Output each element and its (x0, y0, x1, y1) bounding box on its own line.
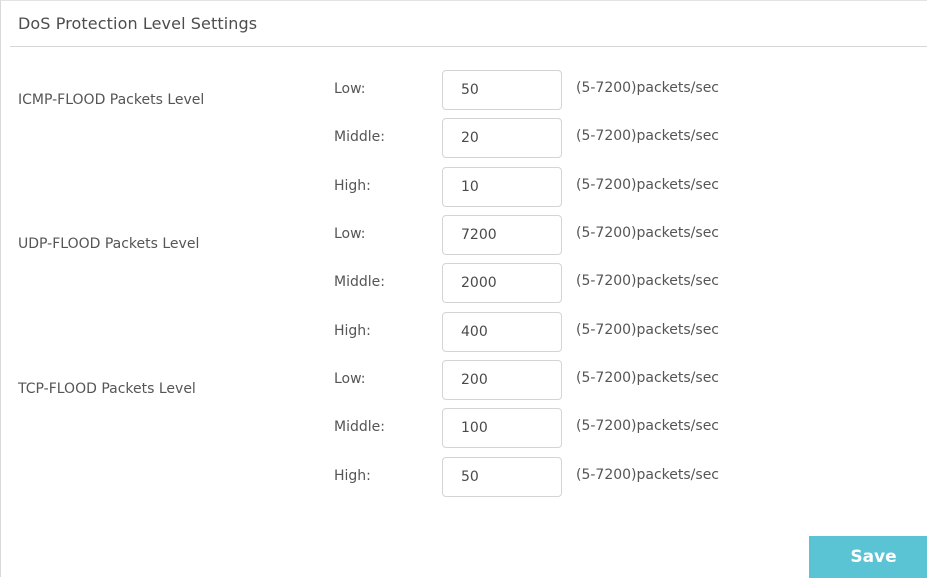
tcp-high-range-hint: (5-7200)packets/sec (576, 467, 720, 483)
tcp-high-label: High: (334, 468, 371, 484)
tcp-low-label: Low: (334, 371, 366, 387)
icmp-middle-label: Middle: (334, 129, 385, 145)
tcp-high-input[interactable] (442, 457, 562, 497)
section-title: DoS Protection Level Settings (18, 14, 258, 33)
icmp-middle-input[interactable] (442, 118, 562, 158)
udp-low-range-hint: (5-7200)packets/sec (576, 225, 720, 241)
tcp-middle-range-hint: (5-7200)packets/sec (576, 418, 720, 434)
dos-protection-panel: DoS Protection Level Settings ICMP-FLOOD… (0, 0, 927, 578)
icmp-low-label: Low: (334, 81, 366, 97)
tcp-flood-group-label: TCP-FLOOD Packets Level (18, 381, 196, 397)
udp-high-input[interactable] (442, 312, 562, 352)
icmp-low-input[interactable] (442, 70, 562, 110)
icmp-middle-range-hint: (5-7200)packets/sec (576, 128, 720, 144)
udp-high-range-hint: (5-7200)packets/sec (576, 322, 720, 338)
icmp-high-input[interactable] (442, 167, 562, 207)
tcp-middle-input[interactable] (442, 408, 562, 448)
icmp-high-range-hint: (5-7200)packets/sec (576, 177, 720, 193)
udp-flood-group-label: UDP-FLOOD Packets Level (18, 236, 200, 252)
udp-middle-range-hint: (5-7200)packets/sec (576, 273, 720, 289)
udp-middle-label: Middle: (334, 274, 385, 290)
udp-low-label: Low: (334, 226, 366, 242)
udp-high-label: High: (334, 323, 371, 339)
tcp-low-range-hint: (5-7200)packets/sec (576, 370, 720, 386)
icmp-high-label: High: (334, 178, 371, 194)
udp-low-input[interactable] (442, 215, 562, 255)
tcp-low-input[interactable] (442, 360, 562, 400)
icmp-low-range-hint: (5-7200)packets/sec (576, 80, 720, 96)
title-divider (10, 46, 927, 47)
udp-middle-input[interactable] (442, 263, 562, 303)
save-button[interactable]: Save (809, 536, 927, 578)
tcp-middle-label: Middle: (334, 419, 385, 435)
icmp-flood-group-label: ICMP-FLOOD Packets Level (18, 92, 205, 108)
